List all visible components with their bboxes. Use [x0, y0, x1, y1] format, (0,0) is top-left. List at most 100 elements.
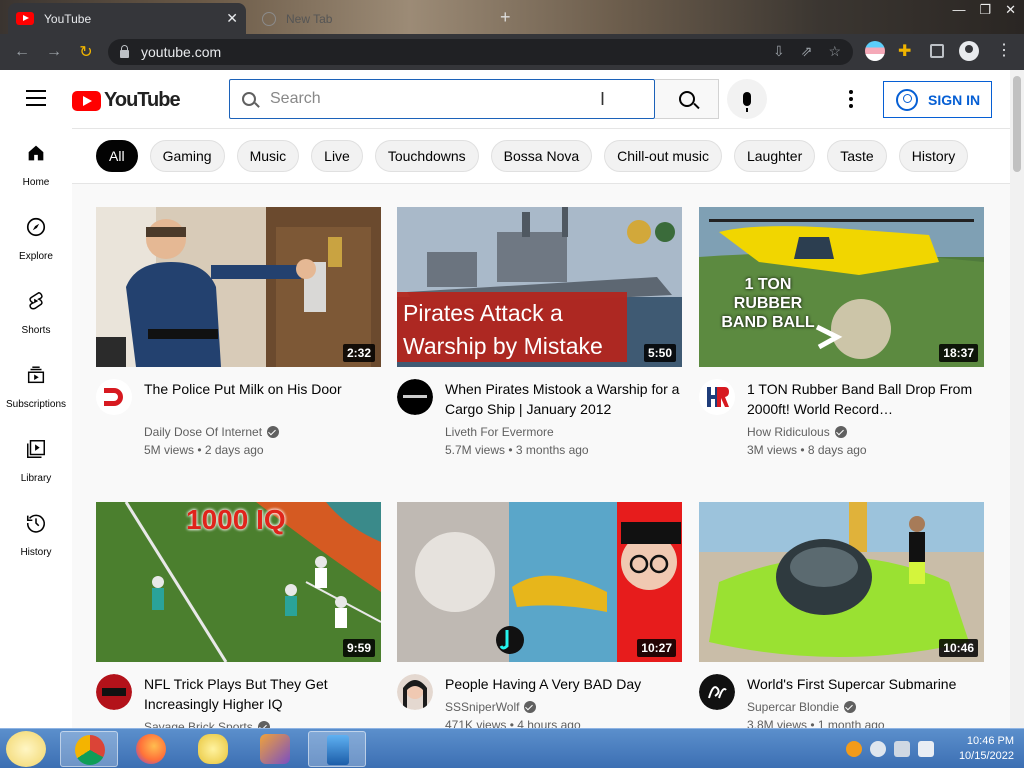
taskbar-app-five[interactable]: [308, 731, 366, 767]
video-title[interactable]: World's First Supercar Submarine: [747, 674, 983, 694]
chip-touchdowns[interactable]: Touchdowns: [374, 140, 479, 172]
tray-app-icon[interactable]: [870, 741, 886, 757]
side-panel-icon[interactable]: [930, 44, 944, 58]
video-duration: 9:59: [342, 639, 375, 657]
channel-name[interactable]: Liveth For Evermore: [445, 425, 554, 439]
sign-in-button[interactable]: SIGN IN: [883, 81, 992, 118]
volume-icon[interactable]: [918, 741, 934, 757]
page-scrollbar[interactable]: [1010, 70, 1024, 728]
video-card[interactable]: 10:46 World's First Supercar Submarine S…: [699, 502, 984, 728]
omnibox-actions: ⇩ ⇗ ☆: [773, 43, 841, 60]
video-thumbnail[interactable]: 10:46: [699, 502, 984, 662]
channel-name-text: How Ridiculous: [747, 425, 830, 439]
youtube-logo[interactable]: YouTube: [72, 89, 181, 112]
sidebar-item-library[interactable]: Library: [0, 424, 72, 498]
back-icon[interactable]: ←: [6, 43, 38, 61]
channel-name[interactable]: SSSniperWolf: [445, 700, 537, 714]
video-stats: 471K views • 4 hours ago: [445, 718, 581, 728]
taskbar-app-three[interactable]: [184, 731, 242, 767]
video-thumbnail[interactable]: 10:27: [397, 502, 682, 662]
video-card[interactable]: 2:32 The Police Put Milk on His Door Dai…: [96, 207, 381, 467]
sidebar-item-history[interactable]: History: [0, 498, 72, 572]
minimize-icon[interactable]: —: [952, 2, 965, 18]
hamburger-menu-icon[interactable]: [26, 90, 46, 106]
clock-date: 10/15/2022: [958, 750, 1014, 762]
search-tray-icon[interactable]: [846, 741, 862, 757]
extensions-puzzle-icon[interactable]: ✚: [898, 41, 918, 61]
chip-live[interactable]: Live: [311, 140, 363, 172]
sidebar-item-home[interactable]: Home: [0, 128, 72, 202]
settings-more-icon[interactable]: [849, 90, 853, 108]
chip-taste[interactable]: Taste: [827, 140, 887, 172]
channel-avatar[interactable]: [96, 379, 132, 415]
tab-youtube[interactable]: YouTube ✕: [8, 3, 246, 34]
video-card[interactable]: 10:27 People Having A Very BAD Day SSSni…: [397, 502, 682, 728]
channel-name[interactable]: How Ridiculous: [747, 425, 847, 439]
share-icon[interactable]: ⇗: [801, 43, 813, 60]
search-box[interactable]: I: [229, 79, 655, 119]
chip-bossa-nova[interactable]: Bossa Nova: [490, 140, 593, 172]
scroll-thumb[interactable]: [1013, 76, 1021, 172]
taskbar-chrome[interactable]: [60, 731, 118, 767]
search-button[interactable]: [655, 79, 719, 119]
channel-avatar[interactable]: [96, 674, 132, 710]
video-thumbnail[interactable]: 1 TON RUBBER BAND BALL 18:37: [699, 207, 984, 367]
reload-icon[interactable]: ↻: [70, 42, 102, 62]
tab-title: YouTube: [44, 11, 92, 26]
profile-icon[interactable]: [959, 41, 979, 61]
sidebar-item-shorts[interactable]: Shorts: [0, 276, 72, 350]
forward-icon[interactable]: →: [38, 43, 70, 61]
video-thumbnail[interactable]: 2:32: [96, 207, 381, 367]
video-title[interactable]: NFL Trick Plays But They Get Increasingl…: [144, 674, 380, 714]
masthead: YouTube I SIGN IN: [0, 70, 1010, 128]
chip-all[interactable]: All: [96, 140, 138, 172]
chip-music[interactable]: Music: [236, 140, 300, 172]
chip-chill-out-music[interactable]: Chill-out music: [604, 140, 722, 172]
channel-avatar[interactable]: [397, 379, 433, 415]
chip-gaming[interactable]: Gaming: [149, 140, 225, 172]
bookmark-star-icon[interactable]: ☆: [828, 43, 841, 60]
youtube-page: YouTube I SIGN IN Home Explore: [0, 70, 1024, 728]
video-thumbnail[interactable]: 1000 IQ 9:59: [96, 502, 381, 662]
sidebar-item-subscriptions[interactable]: Subscriptions: [0, 350, 72, 424]
channel-avatar[interactable]: [699, 379, 735, 415]
channel-name[interactable]: Savage Brick Sports: [144, 720, 270, 728]
new-tab-plus-icon[interactable]: +: [500, 7, 511, 28]
close-tab-icon[interactable]: ✕: [226, 10, 238, 27]
tab-new-tab[interactable]: New Tab: [256, 6, 492, 32]
video-title[interactable]: When Pirates Mistook a Warship for a Car…: [445, 379, 681, 419]
voice-search-button[interactable]: [727, 79, 767, 119]
video-title[interactable]: People Having A Very BAD Day: [445, 674, 681, 694]
close-window-icon[interactable]: ✕: [1005, 2, 1016, 18]
browser-toolbar: ← → ↻ youtube.com ⇩ ⇗ ☆ ✚ ⋮: [0, 34, 1024, 70]
taskbar-app-four[interactable]: [246, 731, 304, 767]
install-icon[interactable]: ⇩: [773, 43, 785, 60]
channel-avatar[interactable]: [699, 674, 735, 710]
video-meta: World's First Supercar Submarine Superca…: [699, 662, 984, 728]
video-card[interactable]: Pirates Attack a Warship by Mistake 5:50…: [397, 207, 682, 467]
start-button-icon[interactable]: [6, 731, 46, 767]
video-thumbnail[interactable]: Pirates Attack a Warship by Mistake 5:50: [397, 207, 682, 367]
address-bar[interactable]: youtube.com ⇩ ⇗ ☆: [108, 39, 853, 65]
chip-laughter[interactable]: Laughter: [733, 140, 816, 172]
maximize-icon[interactable]: ❐: [979, 2, 991, 18]
sidebar-item-explore[interactable]: Explore: [0, 202, 72, 276]
taskbar-firefox[interactable]: [122, 731, 180, 767]
search-input[interactable]: [270, 90, 570, 108]
video-card[interactable]: 1 TON RUBBER BAND BALL 18:37 1 TON Rubbe…: [699, 207, 984, 467]
browser-menu-icon[interactable]: ⋮: [996, 40, 1016, 60]
system-clock[interactable]: 10:46 PM 10/15/2022: [959, 734, 1014, 764]
sidebar-item-label: Library: [20, 473, 52, 484]
channel-name-text: SSSniperWolf: [445, 700, 520, 714]
chip-history[interactable]: History: [898, 140, 969, 172]
channel-name-text: Liveth For Evermore: [445, 425, 554, 439]
video-title[interactable]: 1 TON Rubber Band Ball Drop From 2000ft!…: [747, 379, 983, 419]
extension-flag-icon[interactable]: [865, 41, 885, 61]
channel-name[interactable]: Supercar Blondie: [747, 700, 857, 714]
video-card[interactable]: 1000 IQ 9:59 NFL Trick Plays But They Ge…: [96, 502, 381, 728]
channel-name[interactable]: Daily Dose Of Internet: [144, 425, 280, 439]
channel-avatar[interactable]: [397, 674, 433, 710]
network-icon[interactable]: [894, 741, 910, 757]
liveth-logo-icon: [397, 379, 433, 415]
video-title[interactable]: The Police Put Milk on His Door: [144, 379, 380, 399]
